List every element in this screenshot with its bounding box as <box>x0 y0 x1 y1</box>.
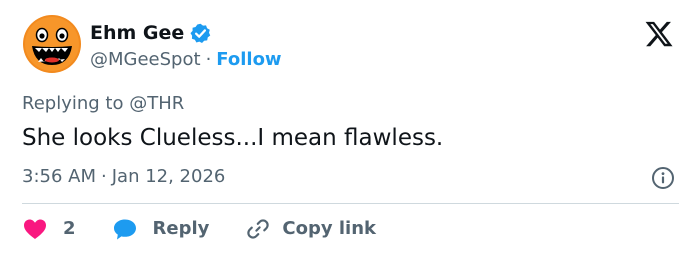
reply-bubble-icon <box>113 219 136 240</box>
like-button[interactable]: 2 <box>22 215 76 243</box>
info-icon[interactable] <box>651 166 675 190</box>
author-handle-row: @MGeeSpot · Follow <box>90 47 282 73</box>
like-count: 2 <box>63 218 76 239</box>
author-display-name[interactable]: Ehm Gee <box>90 20 184 46</box>
replying-to-mention[interactable]: @THR <box>129 93 184 114</box>
author-name-row: Ehm Gee <box>90 20 211 46</box>
reply-button[interactable]: Reply <box>112 215 210 243</box>
tweet-timestamp[interactable]: 3:56 AM · Jan 12, 2026 <box>22 164 225 190</box>
follow-button[interactable]: Follow <box>216 49 281 70</box>
x-logo-icon[interactable] <box>644 19 674 49</box>
link-icon <box>247 219 270 239</box>
copy-link-button[interactable]: Copy link <box>245 215 376 243</box>
tweet-time[interactable]: 3:56 AM <box>22 166 96 187</box>
heart-icon <box>24 219 46 239</box>
timestamp-separator: · <box>101 166 107 187</box>
replying-to-line: Replying to @THR <box>22 91 184 117</box>
replying-to-prefix: Replying to <box>22 93 124 114</box>
avatar[interactable] <box>23 15 81 73</box>
divider <box>22 203 679 204</box>
tweet-text: She looks Clueless...I mean flawless. <box>22 125 444 151</box>
copy-link-label: Copy link <box>282 218 376 239</box>
reply-label: Reply <box>152 218 210 239</box>
handle-separator: · <box>205 49 212 70</box>
tweet-actions-bar: 2 Reply Copy link <box>22 215 376 243</box>
verified-badge-icon <box>190 23 211 43</box>
tweet-card: Ehm Gee @MGeeSpot · Follow Replying to @TH… <box>0 0 700 256</box>
tweet-date[interactable]: Jan 12, 2026 <box>112 166 226 187</box>
author-handle[interactable]: @MGeeSpot <box>90 49 201 70</box>
